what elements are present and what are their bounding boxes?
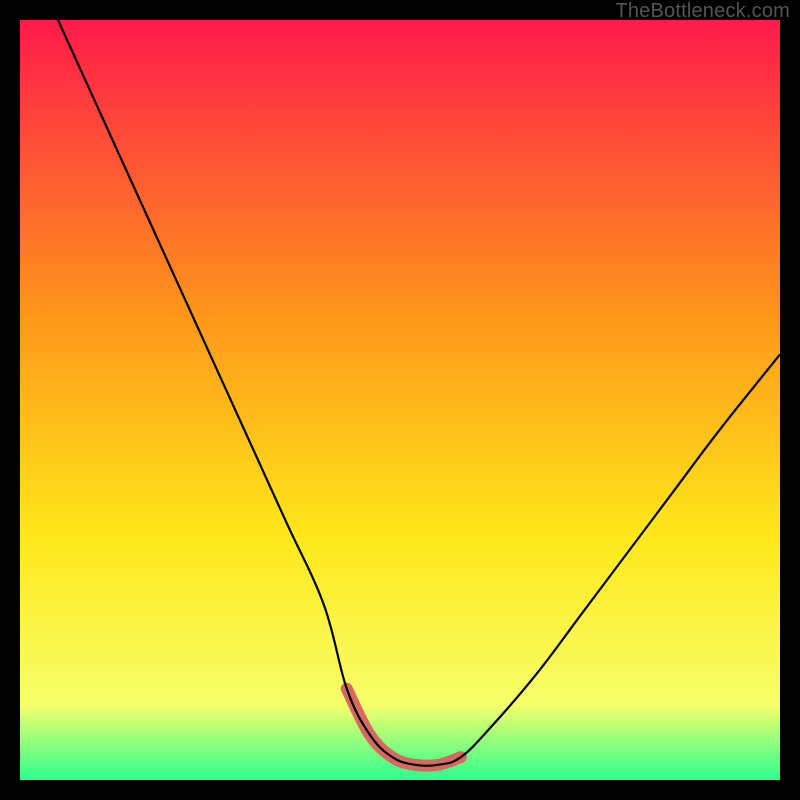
chart-frame: TheBottleneck.com — [0, 0, 800, 800]
curve-layer — [20, 20, 780, 780]
bottleneck-curve — [58, 20, 780, 766]
watermark-text: TheBottleneck.com — [615, 0, 790, 23]
plot-area — [20, 20, 780, 780]
